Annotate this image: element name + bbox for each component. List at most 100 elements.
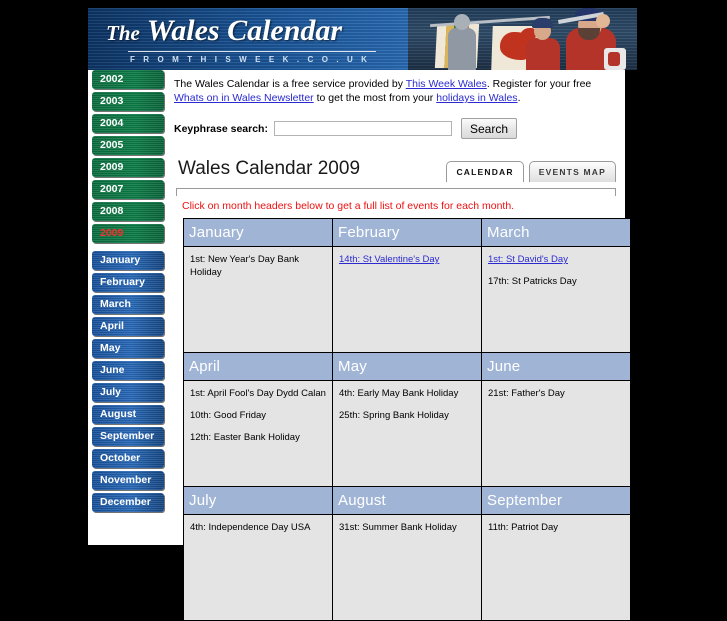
month-header-label[interactable]: August [338,492,386,509]
event-link[interactable]: 14th: St Valentine's Day [339,254,439,265]
tab-calendar[interactable]: CALENDAR [446,161,524,182]
sidebar-year-2003-1[interactable]: 2003 [92,92,164,111]
calendar-header-row: January February March [183,218,631,247]
event-item: 31st: Summer Bank Holiday [339,522,457,533]
month-header-july[interactable]: July [183,486,333,515]
intro-text-2: . Register for your free [486,78,592,90]
panel-side-edges [176,188,616,196]
month-header-label[interactable]: July [189,492,216,509]
sidebar-month-february[interactable]: February [92,273,164,292]
month-events-september: 11th: Patriot Day [481,514,631,621]
month-header-february[interactable]: February [332,218,482,247]
month-header-january[interactable]: January [183,218,333,247]
sidebar-month-november[interactable]: November [92,471,164,490]
month-header-label[interactable]: April [189,358,220,375]
sidebar-year-2009-4[interactable]: 2009 [92,158,164,177]
sidebar-year-2005-3[interactable]: 2005 [92,136,164,155]
calendar-header-row: April May June [183,352,631,381]
month-header-june[interactable]: June [481,352,631,381]
tab-bar: CALENDAR EVENTS MAP [441,161,616,182]
calendar-header-row: July August September [183,486,631,515]
event-item: 4th: Early May Bank Holiday [339,388,459,399]
tab-events-map[interactable]: EVENTS MAP [528,161,616,182]
sidebar-month-december[interactable]: December [92,493,164,512]
banner-subtitle: F R O M T H I S W E E K . C O . U K [130,55,371,64]
photo-figure-right-hand [596,14,610,28]
intro-paragraph: The Wales Calendar is a free service pro… [174,77,617,105]
event-item: 11th: Patriot Day [488,522,559,533]
sidebar-month-march[interactable]: March [92,295,164,314]
month-header-april[interactable]: April [183,352,333,381]
link-whats-on-newsletter[interactable]: Whats on in Wales Newsletter [174,92,314,104]
sidebar-month-october[interactable]: October [92,449,164,468]
month-events-may: 4th: Early May Bank Holiday 25th: Spring … [332,380,482,487]
month-header-label[interactable]: September [487,492,562,509]
sidebar-month-june[interactable]: June [92,361,164,380]
calendar-body-row: 4th: Independence Day USA 31st: Summer Ba… [183,514,631,621]
calendar-body-row: 1st: New Year's Day Bank Holiday 14th: St… [183,246,631,353]
month-header-label[interactable]: February [338,224,400,241]
event-item: 1st: April Fool's Day Dydd Calan [190,388,326,399]
calendar-body-row: 1st: April Fool's Day Dydd Calan 10th: Go… [183,380,631,487]
month-events-february: 14th: St Valentine's Day [332,246,482,353]
event-item: 4th: Independence Day USA [190,522,311,533]
intro-text-1: The Wales Calendar is a free service pro… [174,78,406,90]
banner-left-panel: The Wales Calendar F R O M T H I S W E E… [88,8,408,70]
link-holidays-in-wales[interactable]: holidays in Wales [436,92,517,104]
sidebar-year-2009-current[interactable]: 2009 [92,224,164,243]
banner-photo-trumpeters-icon [408,8,637,70]
intro-text-4: . [517,92,521,104]
search-label: Keyphrase search: [174,122,268,135]
sidebar-month-january[interactable]: January [92,251,164,270]
sidebar-month-april[interactable]: April [92,317,164,336]
month-header-august[interactable]: August [332,486,482,515]
event-link[interactable]: 1st: St David's Day [488,254,568,265]
month-events-june: 21st: Father's Day [481,380,631,487]
photo-figure-middle-cap [532,18,553,28]
sidebar-month-september[interactable]: September [92,427,164,446]
event-item: 25th: Spring Bank Holiday [339,410,449,421]
sidebar-month-may[interactable]: May [92,339,164,358]
year-nav-list: 2002 2003 2004 2005 2009 2007 2008 2009 [88,70,168,243]
month-header-label[interactable]: January [189,224,244,241]
sidebar-year-2008-6[interactable]: 2008 [92,202,164,221]
month-nav-list: January February March April May June July Augu… [88,251,168,512]
banner-title-the: The [106,21,140,45]
month-header-label[interactable]: June [487,358,520,375]
search-button[interactable]: Search [460,118,517,139]
event-item[interactable]: 1st: St David's Day [488,253,625,266]
title-and-tabs: Wales Calendar 2009 CALENDAR EVENTS MAP [176,158,616,190]
sidebar-month-july[interactable]: July [92,383,164,402]
page-title: Wales Calendar 2009 [178,158,361,179]
photo-figure-left-head [454,14,470,30]
sidebar-year-2002-0[interactable]: 2002 [92,70,164,89]
main-content: The Wales Calendar is a free service pro… [168,70,631,621]
event-item: 17th: St Patricks Day [488,276,577,287]
sidebar-year-2007-5[interactable]: 2007 [92,180,164,199]
photo-red-emblem-shape [608,52,620,66]
calendar-grid: January February March 1st: New Year's Day … [183,218,631,621]
month-events-march: 1st: St David's Day 17th: St Patricks Day [481,246,631,353]
sidebar-year-2004-2[interactable]: 2004 [92,114,164,133]
month-events-april: 1st: April Fool's Day Dydd Calan 10th: Go… [183,380,333,487]
left-sidebar: 2002 2003 2004 2005 2009 2007 2008 2009 January… [88,70,168,545]
month-events-january: 1st: New Year's Day Bank Holiday [183,246,333,353]
event-item: 12th: Easter Bank Holiday [190,432,300,443]
month-header-march[interactable]: March [481,218,631,247]
month-events-august: 31st: Summer Bank Holiday [332,514,482,621]
sidebar-month-august[interactable]: August [92,405,164,424]
event-item[interactable]: 14th: St Valentine's Day [339,253,476,266]
month-header-september[interactable]: September [481,486,631,515]
banner-title: The Wales Calendar [106,14,342,48]
search-input[interactable] [273,121,452,136]
link-this-week-wales[interactable]: This Week Wales [406,78,487,90]
site-banner: The Wales Calendar F R O M T H I S W E E… [88,8,637,70]
banner-divider-rule [128,51,376,52]
month-header-label[interactable]: May [338,358,367,375]
event-item: 1st: New Year's Day Bank Holiday [190,254,300,278]
event-item: 10th: Good Friday [190,410,267,421]
search-row: Keyphrase search: Search [174,118,517,139]
month-header-may[interactable]: May [332,352,482,381]
month-header-label[interactable]: March [487,224,530,241]
event-item: 21st: Father's Day [488,388,565,399]
